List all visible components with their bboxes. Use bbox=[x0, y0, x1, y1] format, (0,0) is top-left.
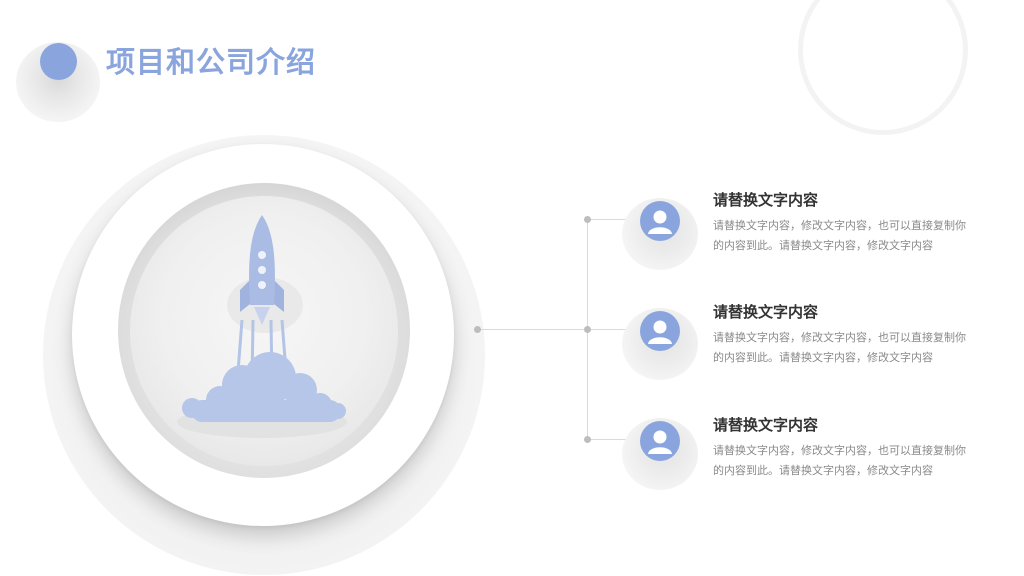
slide-title: 项目和公司介绍 bbox=[106, 45, 317, 79]
connector-node-center bbox=[474, 326, 481, 333]
user-avatar-icon bbox=[640, 311, 680, 351]
item-heading: 请替换文字内容 bbox=[713, 303, 819, 321]
item-description: 请替换文字内容，修改文字内容，也可以直接复制你的内容到此。请替换文字内容，修改文… bbox=[713, 331, 966, 364]
connector-horizontal bbox=[478, 329, 588, 330]
user-avatar-icon bbox=[640, 201, 680, 241]
connector-node-1 bbox=[584, 216, 591, 223]
title-dot bbox=[40, 43, 77, 80]
decorative-ring bbox=[798, 0, 968, 135]
item-heading: 请替换文字内容 bbox=[713, 191, 819, 209]
item-description: 请替换文字内容，修改文字内容，也可以直接复制你的内容到此。请替换文字内容，修改文… bbox=[713, 444, 966, 477]
user-avatar-icon bbox=[640, 421, 680, 461]
item-heading: 请替换文字内容 bbox=[713, 416, 819, 434]
connector-node-2 bbox=[584, 326, 591, 333]
item-description: 请替换文字内容，修改文字内容，也可以直接复制你的内容到此。请替换文字内容，修改文… bbox=[713, 219, 966, 252]
connector-node-3 bbox=[584, 436, 591, 443]
rocket-launch-icon bbox=[177, 215, 347, 438]
